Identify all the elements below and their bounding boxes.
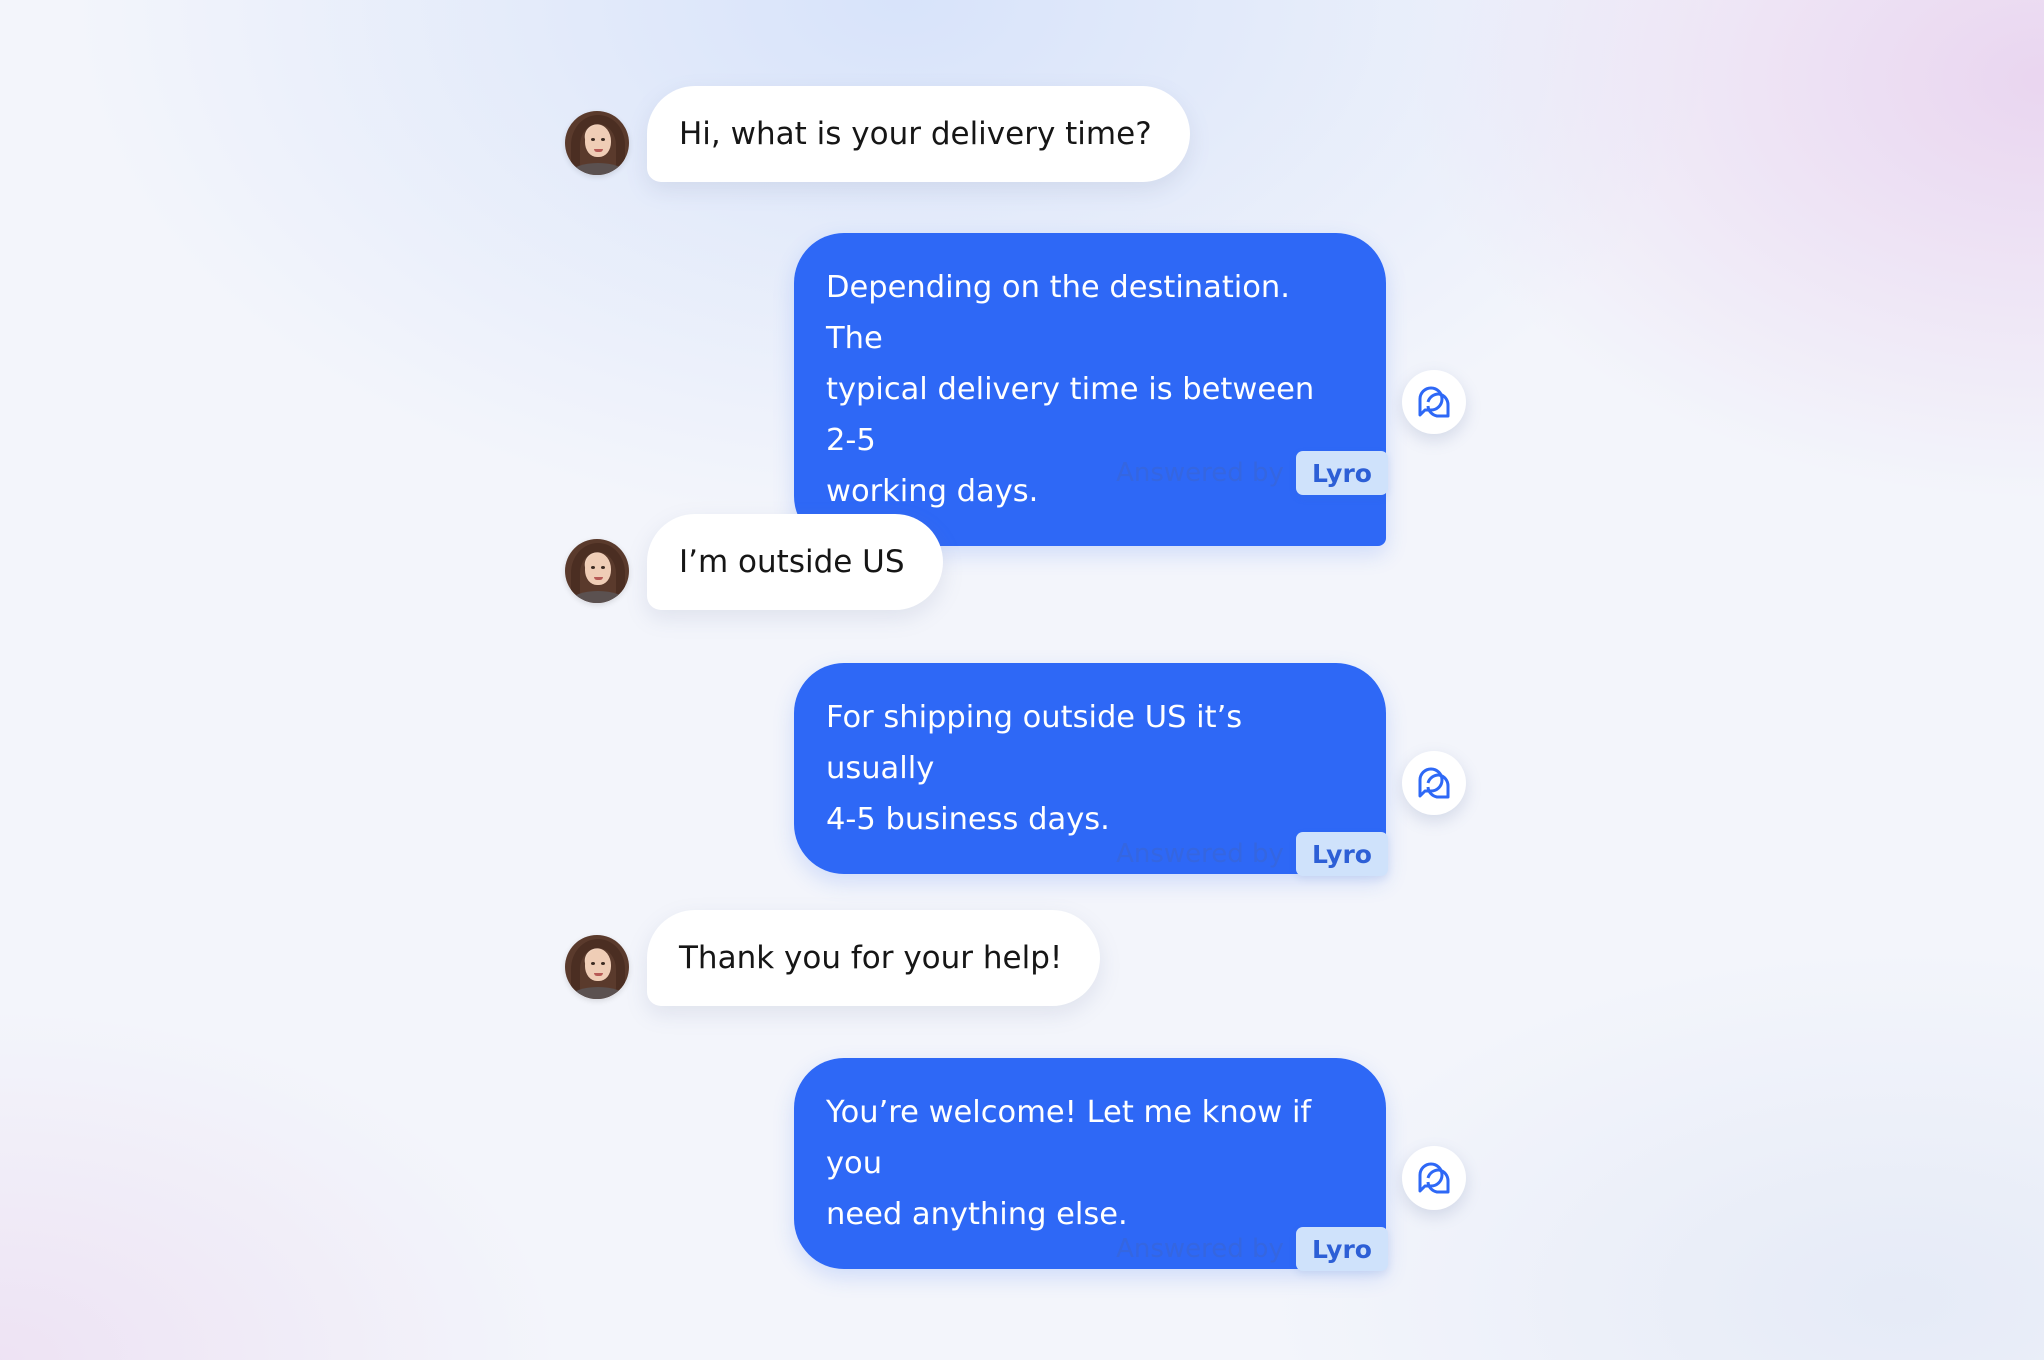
lyro-icon[interactable] — [1402, 751, 1466, 815]
answered-by-label: Answered by — [1116, 458, 1284, 488]
lyro-badge: Lyro — [1295, 1227, 1388, 1271]
customer-avatar — [565, 111, 629, 175]
customer-message-bubble: Thank you for your help! — [647, 910, 1101, 1006]
lyro-icon[interactable] — [1402, 370, 1466, 434]
lyro-badge: Lyro — [1295, 832, 1388, 876]
bot-message-line: Depending on the destination. The — [826, 270, 1290, 356]
lyro-badge: Lyro — [1295, 451, 1388, 495]
answered-by: Answered by Lyro — [1000, 1226, 1388, 1272]
customer-message-bubble: Hi, what is your delivery time? — [647, 86, 1190, 182]
answered-by-label: Answered by — [1116, 839, 1284, 869]
customer-avatar — [565, 935, 629, 999]
answered-by: Answered by Lyro — [1000, 831, 1388, 877]
answered-by: Answered by Lyro — [1000, 450, 1388, 496]
customer-avatar — [565, 539, 629, 603]
chat-page: Hi, what is your delivery time? Dependin… — [0, 0, 2044, 1360]
customer-message-bubble: I’m outside US — [647, 514, 943, 610]
answered-by-label: Answered by — [1116, 1234, 1284, 1264]
bot-message-line: You’re welcome! Let me know if you — [826, 1095, 1312, 1181]
bot-message-line: For shipping outside US it’s usually — [826, 700, 1243, 786]
bot-message-bubble: Depending on the destination. The typica… — [794, 233, 1386, 546]
lyro-icon[interactable] — [1402, 1146, 1466, 1210]
